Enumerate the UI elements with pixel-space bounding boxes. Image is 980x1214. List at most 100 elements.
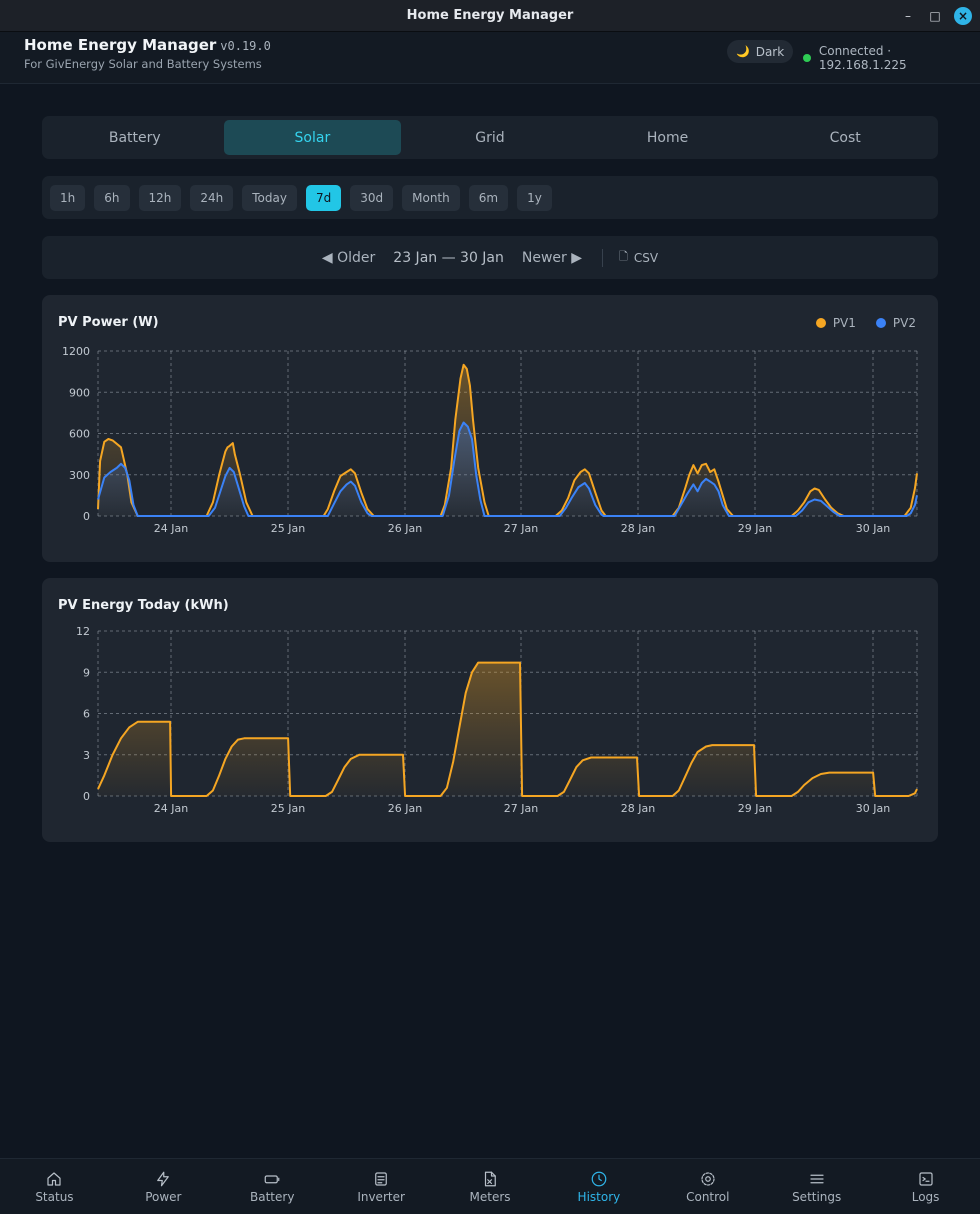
range-button-12h[interactable]: 12h (138, 184, 182, 211)
nav-label: Settings (792, 1189, 842, 1204)
tab-solar[interactable]: Solar (223, 120, 402, 155)
nav-label: Meters (469, 1189, 511, 1204)
x-tick-label: 29 Jan (738, 522, 772, 535)
app-title: Home Energy Manager v0.19.0 (24, 36, 271, 54)
newer-button[interactable]: Newer ▶ (522, 250, 582, 266)
range-button-1h[interactable]: 1h (50, 184, 86, 211)
y-tick-label: 1200 (62, 345, 90, 358)
csv-label: CSV (633, 250, 659, 265)
status-dot-icon (803, 54, 811, 62)
connection-status: Connected · 192.168.1.225 (803, 44, 980, 72)
nav-logs[interactable]: Logs (871, 1159, 980, 1214)
pv-power-chart-panel: PV Power (W) PV1 PV2 0 300 600 900 1200 24 Ja… (42, 295, 938, 562)
nav-battery[interactable]: Battery (218, 1159, 327, 1214)
range-button-6h[interactable]: 6h (94, 184, 130, 211)
x-tick-label: 24 Jan (154, 522, 188, 535)
nav-label: Battery (250, 1189, 295, 1204)
range-button-month[interactable]: Month (402, 184, 460, 211)
maximize-icon: □ (929, 9, 941, 23)
y-tick-label: 9 (83, 666, 90, 679)
file-icon: 🗋 (619, 250, 628, 263)
bolt-icon (157, 1171, 170, 1186)
x-tick-label: 25 Jan (271, 522, 305, 535)
tab-battery[interactable]: Battery (46, 120, 224, 155)
range-button-7d[interactable]: 7d (305, 184, 342, 211)
range-button-30d[interactable]: 30d (350, 184, 394, 211)
theme-label: Dark (755, 44, 785, 59)
app-version: v0.19.0 (220, 39, 271, 53)
app-header: Home Energy Manager v0.19.0 For GivEnergy… (0, 32, 980, 84)
x-tick-label: 27 Jan (504, 522, 538, 535)
maximize-button[interactable]: □ (927, 0, 943, 32)
csv-export-button[interactable]: 🗋 CSV (619, 248, 658, 267)
date-navigation: ◀ Older 23 Jan — 30 Jan Newer ▶ 🗋 CSV (42, 236, 938, 279)
y-tick-label: 0 (83, 510, 90, 523)
menu-icon (810, 1174, 824, 1183)
bottom-navigation: Status Power Battery Inverter Meters History C… (0, 1158, 980, 1214)
nav-label: Status (35, 1189, 74, 1204)
nav-label: Power (145, 1189, 182, 1204)
x-tick-label: 25 Jan (271, 802, 305, 815)
close-button[interactable]: × (954, 0, 972, 32)
clock-icon (591, 1171, 607, 1186)
meter-doc-icon (484, 1171, 496, 1186)
x-tick-label: 28 Jan (621, 802, 655, 815)
y-tick-label: 300 (69, 469, 90, 482)
category-tabs: Battery Solar Grid Home Cost (42, 116, 938, 159)
connection-label: Connected · 192.168.1.225 (818, 44, 907, 72)
x-tick-label: 27 Jan (504, 802, 538, 815)
theme-toggle-button[interactable]: 🌙 Dark (727, 40, 794, 63)
nav-label: Control (686, 1189, 730, 1204)
window-title: Home Energy Manager (406, 8, 574, 23)
app-name: Home Energy Manager (24, 36, 217, 54)
x-tick-label: 26 Jan (388, 802, 422, 815)
document-icon (375, 1171, 387, 1186)
pv-energy-chart-panel: PV Energy Today (kWh) 0 3 6 9 12 24 Jan 25 Jan… (42, 578, 938, 842)
nav-label: History (577, 1189, 621, 1204)
nav-status[interactable]: Status (0, 1159, 109, 1214)
minimize-icon: – (905, 9, 911, 23)
tab-home[interactable]: Home (579, 120, 757, 155)
date-range-label: 23 Jan — 30 Jan (393, 249, 504, 266)
minimize-button[interactable]: – (900, 0, 916, 32)
y-tick-label: 3 (83, 749, 90, 762)
home-icon (47, 1171, 62, 1186)
tab-grid[interactable]: Grid (401, 120, 579, 155)
nav-label: Inverter (357, 1189, 405, 1204)
nav-power[interactable]: Power (109, 1159, 218, 1214)
terminal-icon (918, 1171, 933, 1186)
y-tick-label: 600 (69, 428, 90, 441)
range-button-1y[interactable]: 1y (517, 184, 552, 211)
time-range-selector: 1h 6h 12h 24h Today 7d 30d Month 6m 1y (42, 176, 938, 219)
x-tick-label: 30 Jan (856, 802, 890, 815)
nav-settings[interactable]: Settings (762, 1159, 871, 1214)
y-tick-label: 900 (69, 386, 90, 399)
x-tick-label: 29 Jan (738, 802, 772, 815)
battery-icon (264, 1174, 280, 1183)
divider (602, 248, 604, 267)
pv-power-chart: 0 300 600 900 1200 24 Jan 25 Jan 26 Jan 27 Jan 28… (62, 345, 918, 535)
close-icon: × (954, 7, 972, 25)
x-tick-label: 28 Jan (621, 522, 655, 535)
tab-cost[interactable]: Cost (756, 120, 934, 155)
y-tick-label: 0 (83, 790, 90, 803)
x-tick-label: 30 Jan (856, 522, 890, 535)
series-area-energy (98, 662, 917, 796)
nav-inverter[interactable]: Inverter (327, 1159, 436, 1214)
nav-history[interactable]: History (544, 1159, 653, 1214)
older-button[interactable]: ◀ Older (322, 250, 375, 266)
moon-icon: 🌙 (736, 45, 750, 58)
pv-energy-chart: 0 3 6 9 12 24 Jan 25 Jan 26 Jan 27 Jan 28 Jan 29 J… (76, 625, 918, 815)
y-tick-label: 12 (76, 625, 90, 638)
range-button-6m[interactable]: 6m (468, 184, 509, 211)
gear-icon (701, 1171, 715, 1186)
x-tick-label: 26 Jan (388, 522, 422, 535)
app-subtitle: For GivEnergy Solar and Battery Systems (24, 57, 262, 71)
range-button-today[interactable]: Today (242, 184, 297, 211)
x-tick-label: 24 Jan (154, 802, 188, 815)
range-button-24h[interactable]: 24h (190, 184, 234, 211)
y-tick-label: 6 (83, 708, 90, 721)
window-titlebar: Home Energy Manager – □ × (0, 0, 980, 32)
nav-meters[interactable]: Meters (436, 1159, 545, 1214)
nav-control[interactable]: Control (653, 1159, 762, 1214)
